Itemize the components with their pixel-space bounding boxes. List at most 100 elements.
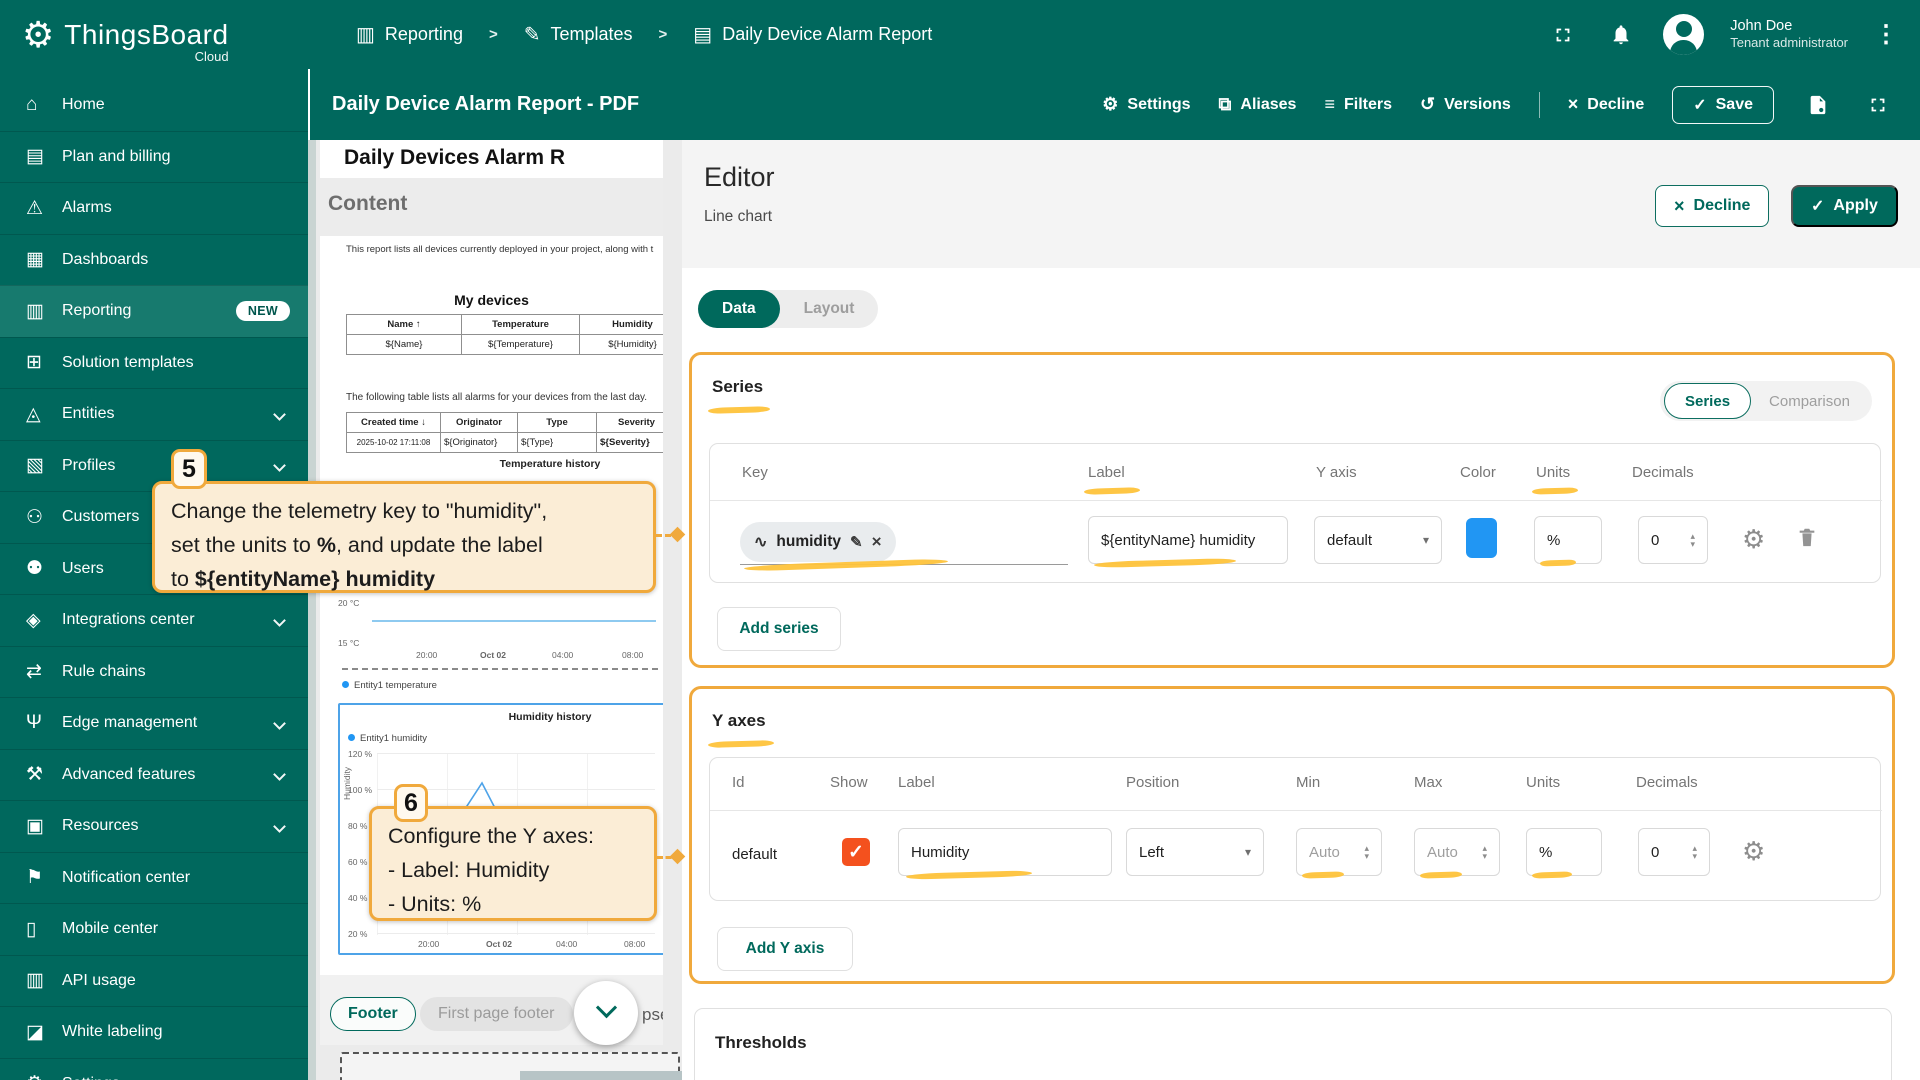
sidebar-item-home[interactable]: ⌂ Home [0, 79, 308, 131]
pdf-preview-panel[interactable]: Daily Devices Alarm R Content This repor… [316, 140, 682, 1080]
series-label-field[interactable] [1088, 516, 1288, 564]
stepper-arrows-icon[interactable]: ▴▾ [1364, 844, 1369, 861]
sidebar-item-white-labeling[interactable]: ◪ White labeling [0, 1006, 308, 1058]
data-layout-toggle: Data Layout [698, 290, 878, 328]
sidebar-item-label: Alarms [62, 199, 290, 217]
humidity-legend: Entity1 humidity [348, 733, 427, 744]
stepper-arrows-icon[interactable]: ▴▾ [1692, 844, 1697, 861]
series-units-input[interactable] [1547, 532, 1589, 549]
sidebar-item-dashboards[interactable]: ▦ Dashboards [0, 234, 308, 286]
yaxis-decimals-stepper[interactable]: 0 ▴▾ [1638, 828, 1710, 876]
breadcrumb-separator: > [659, 26, 668, 43]
yaxes-col-units: Units [1526, 774, 1560, 791]
series-yaxis-select[interactable]: default ▾ [1314, 516, 1442, 564]
yaxis-label-input[interactable] [911, 844, 1099, 861]
sidebar-item-label: Notification center [62, 869, 290, 887]
yaxis-min-input[interactable] [1309, 844, 1349, 861]
sidebar-item-reporting[interactable]: ▥ Reporting NEW [0, 285, 308, 337]
first-page-footer-field[interactable]: First page footer [420, 997, 573, 1031]
breadcrumb-templates[interactable]: ✎ Templates [524, 22, 633, 47]
marker-underline [1084, 487, 1140, 495]
report-icon: ▤ [693, 22, 712, 47]
remove-key-icon[interactable]: × [872, 532, 882, 552]
sidebar-item-plan-and-billing[interactable]: ▤ Plan and billing [0, 131, 308, 183]
breadcrumb-report[interactable]: ▤ Daily Device Alarm Report [693, 22, 932, 47]
versions-button[interactable]: ↺ Versions [1420, 94, 1511, 115]
sidebar-item-advanced-features[interactable]: ⚒ Advanced features [0, 749, 308, 801]
marker-underline [708, 406, 770, 414]
yaxis-label-field[interactable] [898, 828, 1112, 876]
series-label-input[interactable] [1101, 532, 1275, 549]
preview-horizontal-scrollbar[interactable] [520, 1071, 682, 1080]
sidebar-item-alarms[interactable]: ⚠ Alarms [0, 182, 308, 234]
sidebar-item-settings[interactable]: ⚙ Settings [0, 1058, 308, 1080]
fullscreen-icon[interactable] [1547, 19, 1579, 51]
sidebar-item-label: Dashboards [62, 251, 290, 269]
yaxis-units-input[interactable] [1539, 844, 1589, 861]
tab-data[interactable]: Data [698, 290, 780, 328]
sidebar-item-mobile-center[interactable]: ▯ Mobile center [0, 903, 308, 955]
sidebar-item-solution-templates[interactable]: ⊞ Solution templates [0, 337, 308, 389]
footer-chip[interactable]: Footer [330, 997, 416, 1031]
notification-flag-icon: ⚑ [26, 866, 62, 889]
aliases-button[interactable]: ⧉ Aliases [1219, 94, 1297, 115]
series-decimals-stepper[interactable]: 0 ▴▾ [1638, 516, 1708, 564]
series-delete-trash-icon[interactable] [1796, 524, 1818, 555]
yaxis-min-stepper[interactable]: ▴▾ [1296, 828, 1382, 876]
fullscreen-icon[interactable] [1862, 89, 1894, 121]
callout-step-6: Configure the Y axes: - Label: Humidity … [369, 806, 657, 921]
editor-decline-button[interactable]: × Decline [1655, 185, 1769, 227]
kebab-menu-icon[interactable]: ⋮ [1874, 20, 1898, 49]
collapse-fab-button[interactable] [574, 981, 638, 1045]
yaxis-units-field[interactable] [1526, 828, 1602, 876]
series-settings-gear-icon[interactable]: ⚙ [1742, 526, 1765, 552]
yaxis-settings-gear-icon[interactable]: ⚙ [1742, 838, 1765, 864]
editor-apply-button[interactable]: ✓ Apply [1791, 185, 1898, 227]
decline-button[interactable]: × Decline [1568, 94, 1644, 115]
sidebar-item-notification-center[interactable]: ⚑ Notification center [0, 852, 308, 904]
yaxis-show-checkbox[interactable]: ✓ [842, 838, 870, 866]
user-avatar[interactable] [1663, 14, 1704, 55]
thingsboard-logo[interactable]: ⚙ ThingsBoard Cloud [22, 17, 308, 53]
notifications-bell-icon[interactable] [1605, 19, 1637, 51]
toggle-comparison[interactable]: Comparison [1751, 393, 1868, 410]
callout5-line1: Change the telemetry key to "humidity", [171, 499, 547, 523]
tab-layout[interactable]: Layout [780, 290, 879, 328]
series-color-swatch[interactable] [1466, 518, 1497, 558]
export-document-icon[interactable] [1802, 89, 1834, 121]
stepper-arrows-icon[interactable]: ▴▾ [1482, 844, 1487, 861]
sidebar-item-edge-management[interactable]: Ψ Edge management [0, 697, 308, 749]
yaxis-max-stepper[interactable]: ▴▾ [1414, 828, 1500, 876]
alarms-cell: 2025-10-02 17:11:08 [347, 433, 441, 453]
user-role: Tenant administrator [1730, 35, 1848, 51]
sidebar-item-rule-chains[interactable]: ⇄ Rule chains [0, 646, 308, 698]
series-key-chip[interactable]: ∿ humidity ✎ × [740, 522, 896, 562]
settings-button[interactable]: ⚙ Settings [1102, 94, 1190, 115]
report-intro-text: This report lists all devices currently … [346, 244, 663, 255]
versions-label: Versions [1444, 96, 1511, 114]
temp-ytick: 15 °C [338, 638, 368, 648]
check-icon: ✓ [1693, 95, 1706, 115]
breadcrumb: ▥ Reporting > ✎ Templates > ▤ Daily Devi… [356, 22, 932, 47]
editor-header: Editor Line chart × Decline ✓ Apply [682, 140, 1920, 268]
legend-dot-icon [342, 681, 349, 688]
breadcrumb-reporting[interactable]: ▥ Reporting [356, 22, 463, 47]
sidebar-item-integrations-center[interactable]: ◈ Integrations center [0, 594, 308, 646]
add-series-button[interactable]: Add series [717, 607, 841, 651]
add-yaxis-button[interactable]: Add Y axis [717, 927, 853, 971]
sidebar-item-resources[interactable]: ▣ Resources [0, 800, 308, 852]
filters-button[interactable]: ≡ Filters [1324, 94, 1392, 115]
user-info[interactable]: John Doe Tenant administrator [1730, 17, 1848, 51]
sidebar-item-api-usage[interactable]: ▥ API usage [0, 955, 308, 1007]
edit-pencil-icon[interactable]: ✎ [850, 533, 863, 551]
customers-icon: ⚇ [26, 506, 62, 529]
sidebar-item-entities[interactable]: ◬ Entities [0, 388, 308, 440]
sidebar-item-label: Home [62, 96, 290, 114]
yaxis-position-select[interactable]: Left ▾ [1126, 828, 1264, 876]
apply-label: Apply [1833, 197, 1877, 215]
save-button[interactable]: ✓ Save [1672, 86, 1774, 124]
yaxis-max-input[interactable] [1427, 844, 1467, 861]
toggle-series[interactable]: Series [1664, 383, 1751, 419]
series-units-field[interactable] [1534, 516, 1602, 564]
stepper-arrows-icon[interactable]: ▴▾ [1690, 532, 1695, 549]
